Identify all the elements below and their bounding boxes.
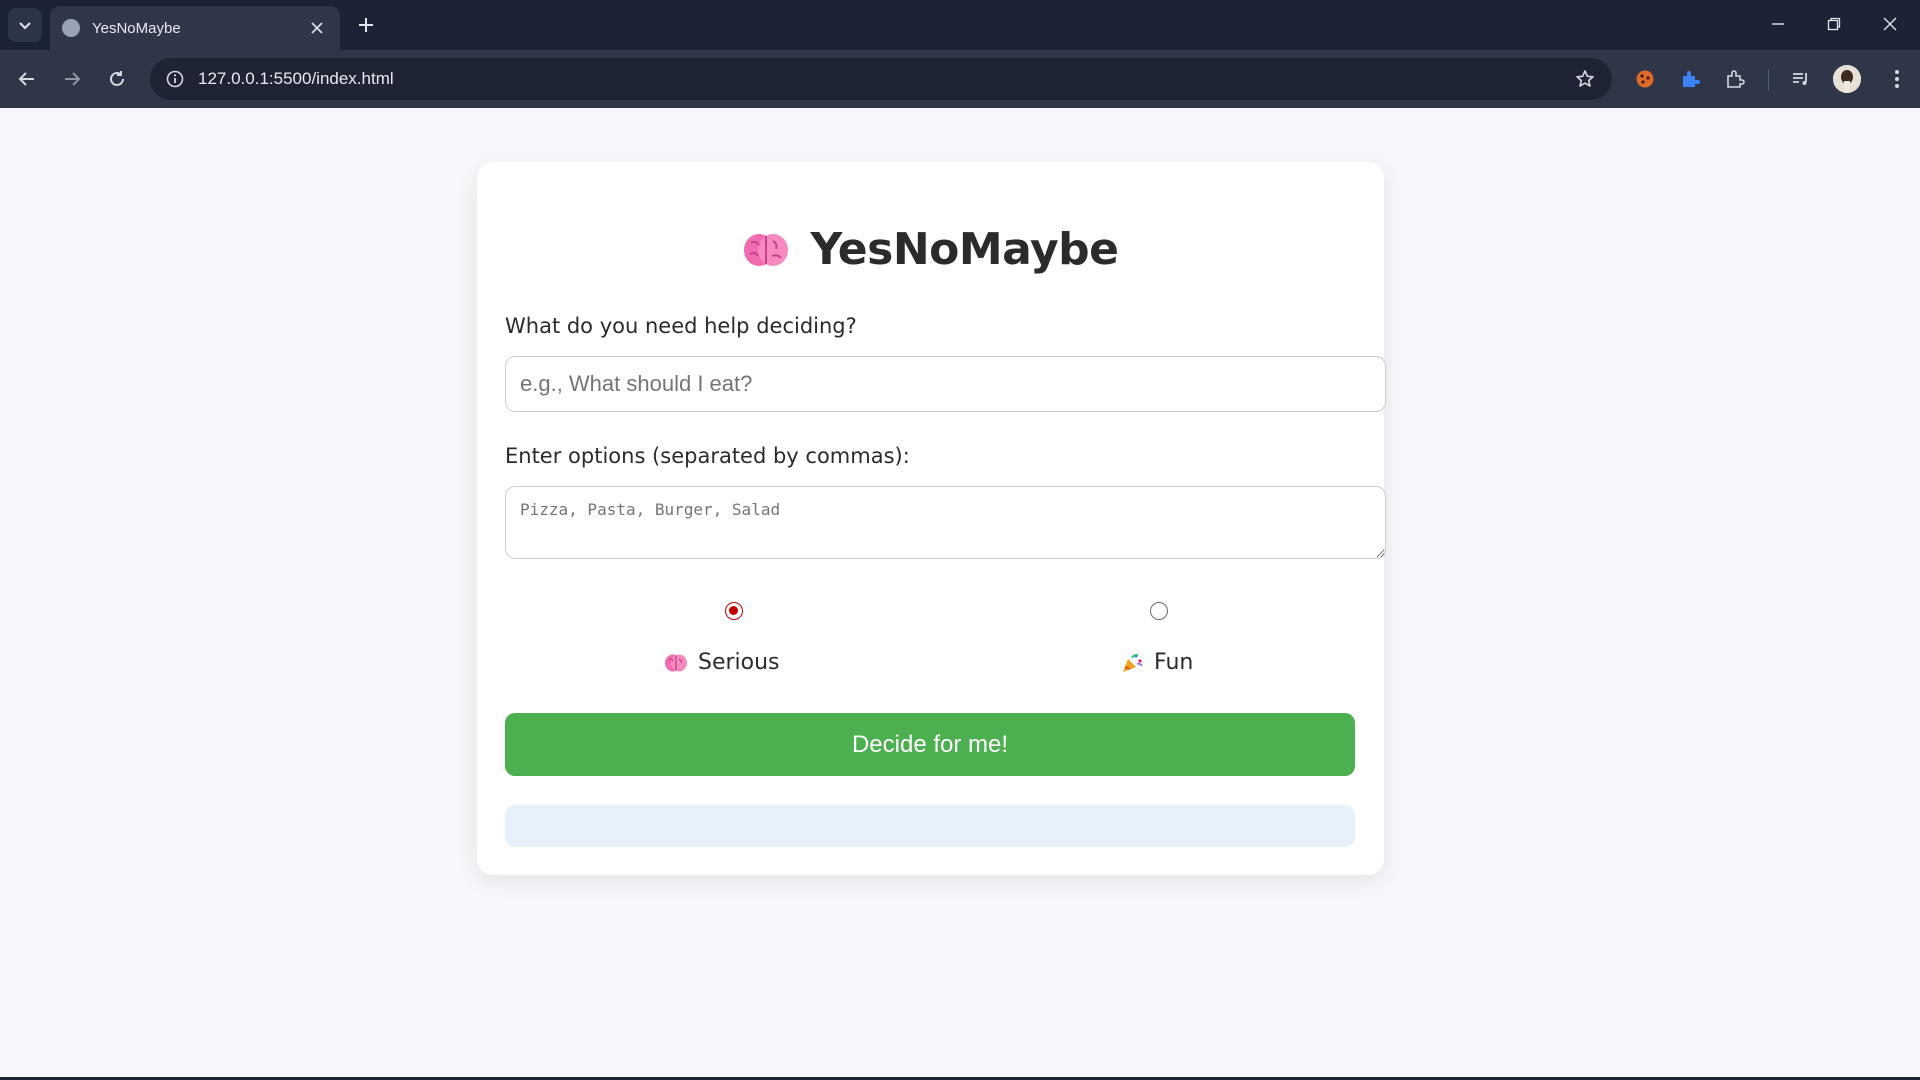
forward-button[interactable] xyxy=(55,62,89,96)
options-textarea[interactable] xyxy=(505,486,1386,559)
profile-avatar-icon xyxy=(1833,65,1861,93)
page-title: YesNoMaybe xyxy=(810,224,1119,275)
brain-icon xyxy=(665,654,687,671)
title-row: YesNoMaybe xyxy=(477,224,1384,275)
reload-button[interactable] xyxy=(100,62,134,96)
reload-icon xyxy=(110,71,124,86)
info-icon xyxy=(166,70,184,88)
tab-search-button[interactable] xyxy=(8,8,42,42)
avatar[interactable] xyxy=(1833,65,1861,93)
tab-strip: YesNoMaybe xyxy=(0,0,1920,50)
chevron-down-icon xyxy=(19,22,31,30)
kebab-menu-icon xyxy=(1895,70,1899,88)
cookie-extension-icon xyxy=(1636,70,1654,88)
tab-title: YesNoMaybe xyxy=(92,19,181,37)
bookmark-button[interactable] xyxy=(1564,58,1606,100)
close-window-button[interactable] xyxy=(1862,0,1918,48)
restore-icon xyxy=(1827,17,1841,31)
decision-card: YesNoMaybe What do you need help decidin… xyxy=(477,162,1386,875)
browser-toolbar: 127.0.0.1:5500/index.html xyxy=(0,50,1920,108)
toolbar-divider xyxy=(1768,70,1769,90)
restore-button[interactable] xyxy=(1806,0,1862,48)
decide-button[interactable]: Decide for me! xyxy=(505,713,1355,776)
fun-label[interactable]: Fun xyxy=(1120,650,1193,675)
browser-menu-button[interactable] xyxy=(1880,62,1914,96)
party-popper-icon xyxy=(1123,653,1143,672)
fun-text: Fun xyxy=(1154,650,1194,675)
brain-icon xyxy=(744,233,789,266)
minimize-button[interactable] xyxy=(1750,0,1806,48)
result-box xyxy=(505,805,1355,847)
site-info-button[interactable] xyxy=(154,58,196,100)
new-tab-button[interactable] xyxy=(350,8,382,42)
serious-radio[interactable] xyxy=(725,602,743,620)
puzzle-extension-button[interactable] xyxy=(1673,62,1707,96)
options-label: Enter options (separated by commas): xyxy=(505,444,910,468)
star-icon xyxy=(1576,70,1594,87)
question-label: What do you need help deciding? xyxy=(505,314,857,338)
address-bar[interactable]: 127.0.0.1:5500/index.html xyxy=(150,58,1612,100)
serious-label[interactable]: Serious xyxy=(664,650,780,675)
minimize-icon xyxy=(1772,23,1784,25)
close-icon xyxy=(1883,17,1897,31)
media-control-icon xyxy=(1793,73,1807,85)
extensions-icon xyxy=(1727,70,1745,88)
fun-radio[interactable] xyxy=(1150,602,1168,620)
cookie-extension-button[interactable] xyxy=(1628,62,1662,96)
globe-icon xyxy=(62,19,80,37)
url-text[interactable]: 127.0.0.1:5500/index.html xyxy=(198,69,1564,89)
back-button[interactable] xyxy=(10,62,44,96)
media-control-button[interactable] xyxy=(1784,62,1818,96)
back-arrow-icon xyxy=(18,72,34,86)
question-input[interactable] xyxy=(505,356,1386,412)
tab-close-button[interactable] xyxy=(306,17,328,39)
serious-text: Serious xyxy=(698,650,780,675)
active-tab[interactable]: YesNoMaybe xyxy=(50,6,340,50)
plus-icon xyxy=(359,18,373,32)
close-icon xyxy=(311,22,323,34)
puzzle-extension-icon xyxy=(1683,71,1700,87)
extensions-button[interactable] xyxy=(1718,62,1752,96)
forward-arrow-icon xyxy=(65,72,81,86)
